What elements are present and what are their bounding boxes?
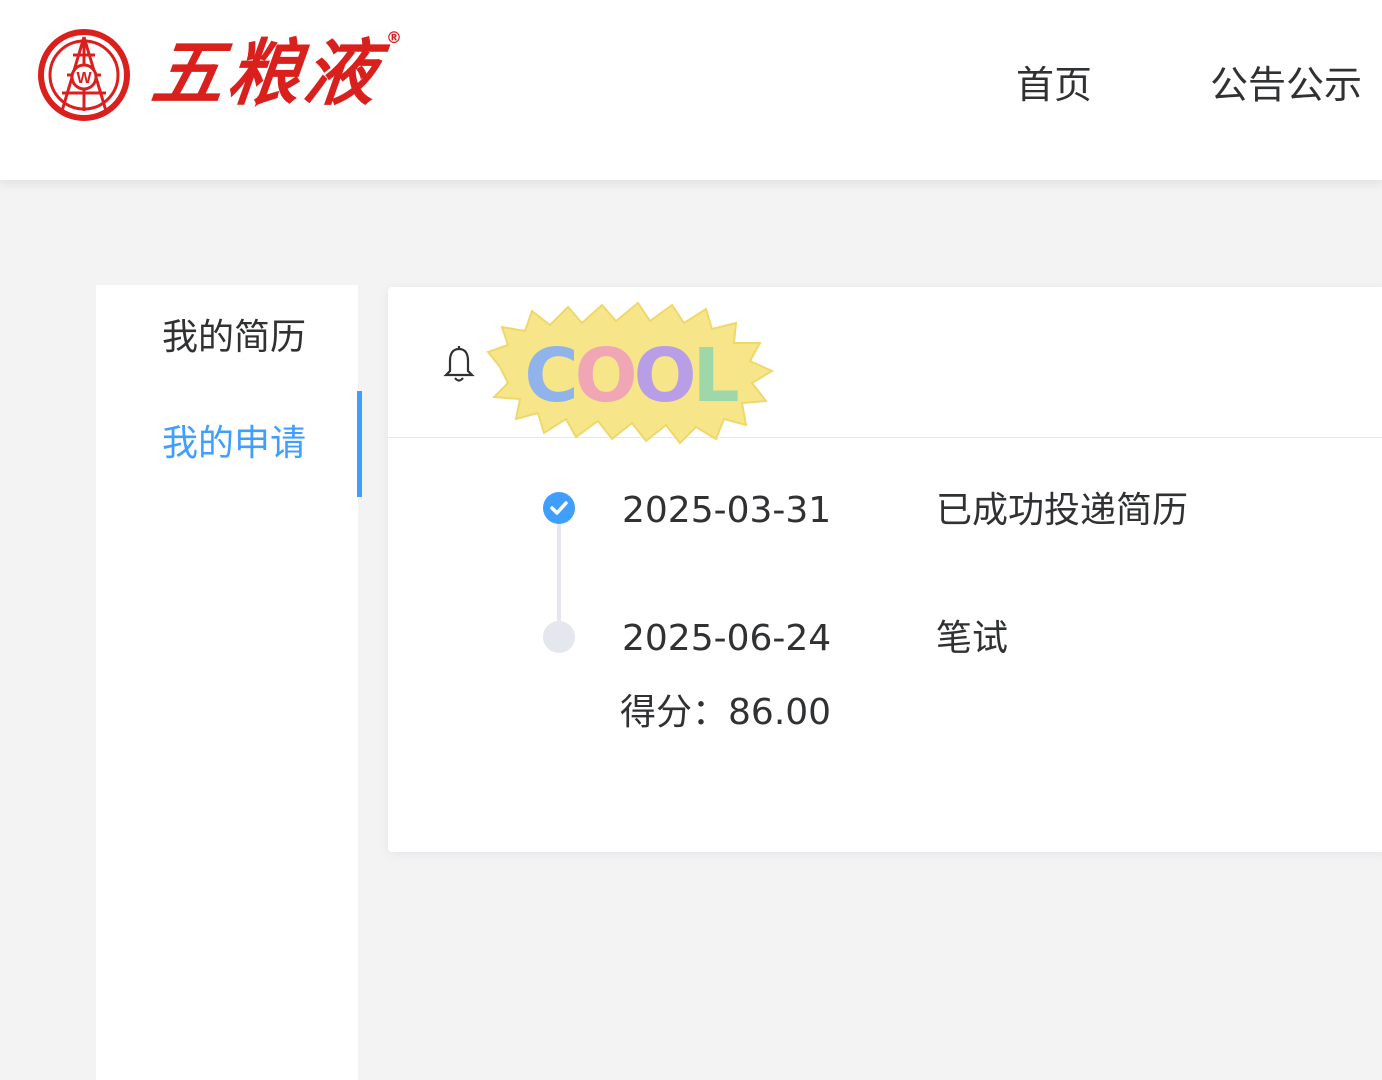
nav-announcements[interactable]: 公告公示 xyxy=(1210,60,1362,110)
wuliangye-emblem-icon: W xyxy=(38,29,130,121)
svg-text:W: W xyxy=(76,70,92,87)
exam-score: 得分：86.00 xyxy=(620,690,831,736)
sticker-letter: C xyxy=(524,333,574,419)
brand-logo-text: 五粮液 xyxy=(147,30,385,115)
sticker-letter: O xyxy=(634,333,694,419)
sidebar: 我的简历 我的申请 xyxy=(96,285,358,1080)
timeline-date: 2025-06-24 xyxy=(622,618,832,659)
timeline-connector xyxy=(557,524,561,622)
top-header: W 五粮液 ® 首页 公告公示 xyxy=(0,0,1382,180)
bell-icon[interactable] xyxy=(442,345,476,385)
svg-text:COOL: COOL xyxy=(524,333,738,419)
application-card: COOL xyxy=(388,287,1382,852)
nav-home[interactable]: 首页 xyxy=(1016,60,1092,110)
active-item-indicator xyxy=(357,391,362,497)
timeline-step-pending-dot xyxy=(543,621,575,653)
cool-sticker: COOL xyxy=(486,301,775,445)
timeline-step-done-icon xyxy=(543,492,575,524)
sidebar-item-my-applications[interactable]: 我的申请 xyxy=(96,391,358,497)
sidebar-item-label: 我的申请 xyxy=(162,423,307,464)
registered-mark: ® xyxy=(386,28,402,47)
sidebar-item-label: 我的简历 xyxy=(162,317,307,358)
score-label: 得分： xyxy=(620,692,729,733)
timeline-status: 笔试 xyxy=(936,618,1009,659)
sticker-letter: L xyxy=(693,333,739,419)
sticker-letter: O xyxy=(575,333,635,419)
card-header: COOL xyxy=(388,287,1382,445)
score-value: 86.00 xyxy=(728,692,832,733)
timeline-date: 2025-03-31 xyxy=(622,490,832,531)
timeline-status: 已成功投递简历 xyxy=(936,490,1189,531)
sidebar-item-my-resume[interactable]: 我的简历 xyxy=(96,285,358,391)
